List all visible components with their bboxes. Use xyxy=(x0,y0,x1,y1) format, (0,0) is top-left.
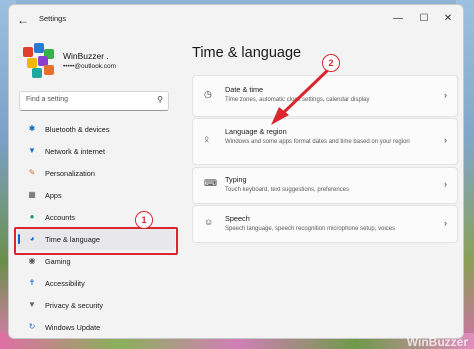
chevron-right-icon: › xyxy=(444,135,447,145)
speech-icon: ☺ xyxy=(204,217,214,227)
sidebar-item-label: Windows Update xyxy=(45,322,101,332)
card-title: Typing xyxy=(225,175,247,184)
title-bar: ← Settings — ☐ ✕ xyxy=(9,5,463,35)
sidebar-item-personalization[interactable]: ✎ Personalization xyxy=(17,162,175,184)
avatar xyxy=(21,43,55,79)
language-icon: ᛟ xyxy=(204,134,210,144)
sidebar-item-network[interactable]: ▼ Network & internet xyxy=(17,140,175,162)
search-input[interactable]: Find a setting ⚲ xyxy=(19,91,169,111)
highlight-box-time-language xyxy=(14,227,178,255)
card-speech[interactable]: ☺ Speech Speech language, speech recogni… xyxy=(192,205,458,243)
user-email: •••••@outlook.com xyxy=(63,63,117,70)
sidebar-item-label: Gaming xyxy=(45,256,71,266)
watermark: WinBuzzer xyxy=(406,335,468,349)
card-title: Speech xyxy=(225,214,250,223)
settings-window: ← Settings — ☐ ✕ WinBuzzer . •••••@outlo… xyxy=(8,4,464,339)
sidebar-item-privacy[interactable]: ▼ Privacy & security xyxy=(17,294,175,316)
sidebar-item-bluetooth[interactable]: ✱ Bluetooth & devices xyxy=(17,118,175,140)
sidebar-item-label: Accounts xyxy=(45,212,76,222)
card-title: Date & time xyxy=(225,85,264,94)
sidebar-item-accessibility[interactable]: ✝ Accessibility xyxy=(17,272,175,294)
apps-icon: ▦ xyxy=(28,190,36,199)
window-title: Settings xyxy=(39,14,67,23)
brush-icon: ✎ xyxy=(28,168,36,177)
back-arrow-icon[interactable]: ← xyxy=(17,13,31,27)
accessibility-icon: ✝ xyxy=(28,278,36,287)
sidebar-item-windows-update[interactable]: ↻ Windows Update xyxy=(17,316,175,338)
clock-icon: ◷ xyxy=(204,89,212,99)
bluetooth-icon: ✱ xyxy=(28,124,36,133)
person-icon: ● xyxy=(29,212,35,221)
sidebar-item-label: Accessibility xyxy=(45,278,85,288)
sidebar-item-label: Privacy & security xyxy=(45,300,103,310)
annotation-badge-1: 1 xyxy=(135,211,153,229)
keyboard-icon: ⌨ xyxy=(204,178,217,188)
annotation-badge-2: 2 xyxy=(322,54,340,72)
gamepad-icon: ◉ xyxy=(28,256,36,265)
chevron-right-icon: › xyxy=(444,90,447,100)
sidebar-item-label: Personalization xyxy=(45,168,95,178)
card-description: Touch keyboard, text suggestions, prefer… xyxy=(225,187,350,193)
sidebar-item-label: Bluetooth & devices xyxy=(45,124,110,134)
sidebar-item-label: Network & internet xyxy=(45,146,106,156)
annotation-arrow xyxy=(271,67,331,125)
card-description: Speech language, speech recognition micr… xyxy=(225,226,396,232)
wifi-icon: ▼ xyxy=(28,146,36,155)
minimize-icon[interactable]: — xyxy=(389,11,407,27)
search-icon: ⚲ xyxy=(157,95,163,104)
maximize-icon[interactable]: ☐ xyxy=(415,11,433,27)
search-placeholder: Find a setting xyxy=(26,96,69,103)
close-icon[interactable]: ✕ xyxy=(439,11,457,27)
card-typing[interactable]: ⌨ Typing Touch keyboard, text suggestion… xyxy=(192,167,458,204)
sidebar-item-label: Apps xyxy=(45,190,62,200)
sidebar-item-apps[interactable]: ▦ Apps xyxy=(17,184,175,206)
shield-icon: ▼ xyxy=(28,300,36,309)
user-profile[interactable]: WinBuzzer . •••••@outlook.com xyxy=(21,43,171,83)
update-icon: ↻ xyxy=(28,322,36,331)
page-title: Time & language xyxy=(192,45,302,61)
user-name: WinBuzzer . xyxy=(63,51,109,61)
card-description: Windows and some apps format dates and t… xyxy=(225,139,410,145)
chevron-right-icon: › xyxy=(444,179,447,189)
chevron-right-icon: › xyxy=(444,218,447,228)
